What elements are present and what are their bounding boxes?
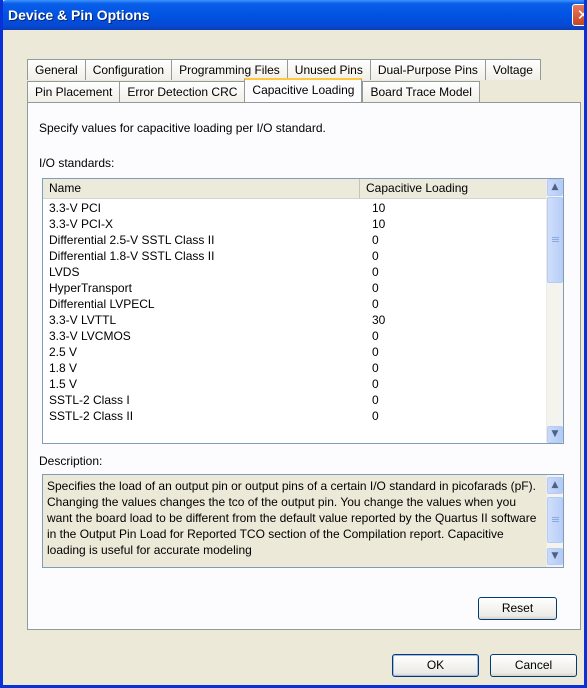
- column-header-name[interactable]: Name: [43, 179, 360, 198]
- list-scrollbar[interactable]: ▲ ▼: [546, 179, 563, 443]
- table-row[interactable]: 3.3-V LVCMOS 0: [43, 328, 547, 344]
- table-row[interactable]: HyperTransport 0: [43, 280, 547, 296]
- tab-row-bottom: Pin Placement Error Detection CRC Capaciti…: [27, 78, 480, 102]
- chevron-down-icon: ▼: [551, 551, 559, 561]
- desc-scroll-up-button[interactable]: ▲: [547, 477, 563, 494]
- capacitive-loading-value[interactable]: 0: [360, 232, 379, 248]
- list-header: Name Capacitive Loading: [43, 179, 547, 199]
- capacitive-loading-value[interactable]: 0: [360, 344, 379, 360]
- tab-error-detection-crc[interactable]: Error Detection CRC: [119, 81, 245, 102]
- table-row[interactable]: 1.8 V 0: [43, 360, 547, 376]
- table-row[interactable]: 2.5 V 0: [43, 344, 547, 360]
- description-scrollbar[interactable]: ▲ ▼: [546, 475, 563, 567]
- dialog-window: Device & Pin Options ✕ GeneralConfigurat…: [0, 0, 587, 688]
- table-row[interactable]: 3.3-V LVTTL 30: [43, 312, 547, 328]
- table-row[interactable]: Differential 2.5-V SSTL Class II 0: [43, 232, 547, 248]
- tab-general[interactable]: General: [27, 59, 85, 80]
- io-standard-name: 1.5 V: [49, 377, 78, 391]
- io-standard-name: 2.5 V: [49, 345, 78, 359]
- io-standard-name: HyperTransport: [49, 281, 132, 295]
- tab-row-top: General Configuration Programming Files Unu…: [27, 59, 541, 80]
- reset-button[interactable]: Reset: [478, 597, 557, 620]
- desc-scroll-down-button[interactable]: ▼: [547, 548, 563, 565]
- io-standards-label: I/O standards:: [39, 156, 115, 170]
- window-title: Device & Pin Options: [8, 7, 150, 23]
- table-row[interactable]: 3.3-V PCI-X 10: [43, 216, 547, 232]
- tab-unused-pins[interactable]: Unused Pins: [286, 59, 370, 80]
- close-icon: ✕: [577, 6, 584, 24]
- io-standard-name: SSTL-2 Class I: [49, 393, 130, 407]
- tab-programming-files[interactable]: Programming Files: [171, 59, 287, 80]
- io-standard-name: Differential 1.8-V SSTL Class II: [49, 249, 215, 263]
- desc-scroll-thumb[interactable]: [547, 497, 563, 543]
- io-standard-name: SSTL-2 Class II: [49, 409, 134, 423]
- table-row[interactable]: LVDS 0: [43, 264, 547, 280]
- tab-pin-placement[interactable]: Pin Placement: [27, 81, 120, 102]
- io-standard-name: Differential LVPECL: [49, 297, 155, 311]
- table-row[interactable]: Differential 1.8-V SSTL Class II 0: [43, 248, 547, 264]
- ok-button[interactable]: OK: [392, 654, 479, 677]
- list-rows: 3.3-V PCI 10 3.3-V PCI-X 10 Differential 2.5…: [43, 200, 547, 424]
- table-row[interactable]: SSTL-2 Class I 0: [43, 392, 547, 408]
- capacitive-loading-value[interactable]: 0: [360, 296, 379, 312]
- capacitive-loading-value[interactable]: 10: [360, 200, 385, 216]
- description-box[interactable]: Specifies the load of an output pin or o…: [42, 474, 564, 568]
- capacitive-loading-value[interactable]: 0: [360, 360, 379, 376]
- title-bar[interactable]: Device & Pin Options ✕: [3, 0, 584, 30]
- scroll-up-button[interactable]: ▲: [547, 179, 563, 196]
- chevron-up-icon: ▲: [551, 480, 559, 490]
- tab-board-trace-model[interactable]: Board Trace Model: [362, 81, 480, 102]
- tab-dual-purpose-pins[interactable]: Dual-Purpose Pins: [369, 59, 485, 80]
- capacitive-loading-value[interactable]: 0: [360, 280, 379, 296]
- column-header-capacitive-loading[interactable]: Capacitive Loading: [360, 179, 547, 198]
- table-row[interactable]: SSTL-2 Class II 0: [43, 408, 547, 424]
- tab-panel-capacitive-loading: Specify values for capacitive loading pe…: [27, 102, 581, 630]
- capacitive-loading-value[interactable]: 0: [360, 328, 379, 344]
- capacitive-loading-value[interactable]: 0: [360, 264, 379, 280]
- capacitive-loading-value[interactable]: 0: [360, 376, 379, 392]
- capacitive-loading-value[interactable]: 0: [360, 408, 379, 424]
- io-standard-name: LVDS: [49, 265, 80, 279]
- close-button[interactable]: ✕: [572, 4, 584, 26]
- capacitive-loading-value[interactable]: 0: [360, 392, 379, 408]
- chevron-up-icon: ▲: [551, 182, 559, 192]
- table-row[interactable]: 1.5 V 0: [43, 376, 547, 392]
- tab-voltage[interactable]: Voltage: [484, 59, 541, 80]
- io-standard-name: 3.3-V LVCMOS: [49, 329, 131, 343]
- io-standards-list[interactable]: Name Capacitive Loading 3.3-V PCI 10 3.3-V…: [42, 178, 564, 444]
- capacitive-loading-value[interactable]: 30: [360, 312, 385, 328]
- tab-capacitive-loading[interactable]: Capacitive Loading: [244, 78, 363, 102]
- instruction-text: Specify values for capacitive loading pe…: [39, 121, 326, 135]
- table-row[interactable]: 3.3-V PCI 10: [43, 200, 547, 216]
- io-standard-name: 3.3-V PCI-X: [49, 217, 114, 231]
- scroll-thumb[interactable]: [547, 197, 563, 283]
- io-standard-name: 3.3-V LVTTL: [49, 313, 117, 327]
- table-row[interactable]: Differential LVPECL 0: [43, 296, 547, 312]
- tab-configuration[interactable]: Configuration: [84, 59, 172, 80]
- io-standard-name: 1.8 V: [49, 361, 78, 375]
- description-text: Specifies the load of an output pin or o…: [47, 479, 537, 557]
- capacitive-loading-value[interactable]: 10: [360, 216, 385, 232]
- capacitive-loading-value[interactable]: 0: [360, 248, 379, 264]
- scroll-down-button[interactable]: ▼: [547, 426, 563, 443]
- description-label: Description:: [39, 454, 103, 468]
- io-standard-name: Differential 2.5-V SSTL Class II: [49, 233, 215, 247]
- cancel-button[interactable]: Cancel: [490, 654, 577, 677]
- chevron-down-icon: ▼: [551, 429, 559, 439]
- io-standard-name: 3.3-V PCI: [49, 201, 102, 215]
